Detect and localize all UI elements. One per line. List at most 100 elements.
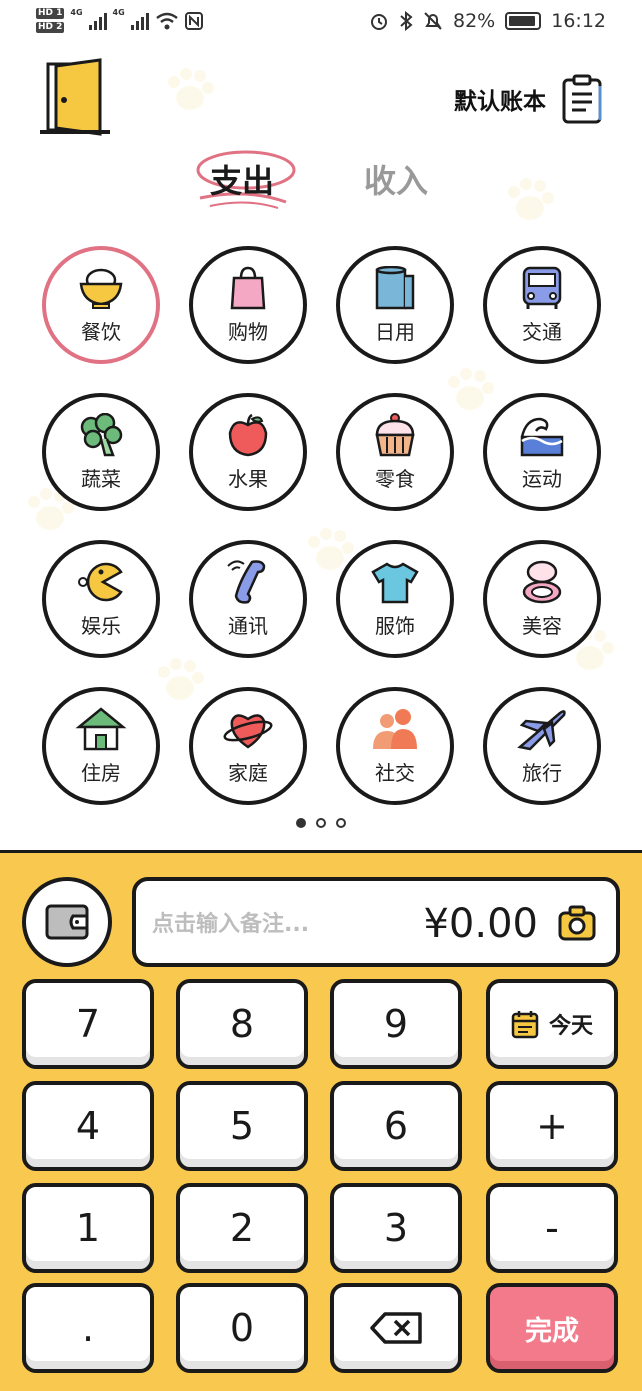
compact-mirror-icon bbox=[522, 560, 562, 603]
category-family[interactable]: 家庭 bbox=[189, 687, 307, 805]
category-clothing[interactable]: 服饰 bbox=[336, 540, 454, 658]
bus-icon bbox=[522, 266, 562, 309]
tshirt-icon bbox=[371, 562, 419, 603]
heart-planet-icon bbox=[223, 713, 273, 749]
pacman-icon bbox=[78, 562, 123, 601]
category-travel[interactable]: 旅行 bbox=[483, 687, 601, 805]
people-icon bbox=[373, 708, 417, 749]
paw-icon bbox=[448, 368, 494, 410]
airplane-icon bbox=[517, 709, 566, 750]
page-dot-1[interactable] bbox=[296, 818, 306, 828]
key-3[interactable]: 3 bbox=[330, 1183, 462, 1273]
category-label: 社交 bbox=[375, 760, 415, 785]
page-dot-2[interactable] bbox=[316, 818, 326, 828]
paw-icon bbox=[168, 68, 214, 110]
key-dot[interactable]: . bbox=[22, 1283, 154, 1373]
bluetooth-icon bbox=[400, 11, 413, 31]
backspace-button[interactable] bbox=[330, 1283, 462, 1373]
category-label: 零食 bbox=[375, 466, 415, 491]
signal1-icon bbox=[88, 12, 107, 30]
toilet-paper-icon bbox=[375, 265, 415, 309]
category-housing[interactable]: 住房 bbox=[42, 687, 160, 805]
alarm-icon bbox=[371, 14, 387, 30]
rice-bowl-icon bbox=[79, 268, 123, 309]
calendar-icon bbox=[511, 1011, 539, 1039]
key-1[interactable]: 1 bbox=[22, 1183, 154, 1273]
note-amount-box: ¥0.00 bbox=[132, 877, 620, 967]
category-transport[interactable]: 交通 bbox=[483, 246, 601, 364]
status-right: 82% 16:12 bbox=[369, 10, 606, 32]
key-8[interactable]: 8 bbox=[176, 979, 308, 1069]
key-9[interactable]: 9 bbox=[330, 979, 462, 1069]
key-6[interactable]: 6 bbox=[330, 1081, 462, 1171]
wifi-icon bbox=[155, 12, 178, 29]
house-icon bbox=[75, 706, 127, 750]
category-label: 水果 bbox=[228, 466, 268, 491]
key-0[interactable]: 0 bbox=[176, 1283, 308, 1373]
done-button[interactable]: 完成 bbox=[486, 1283, 618, 1373]
category-label: 餐饮 bbox=[81, 319, 121, 344]
category-label: 旅行 bbox=[522, 760, 562, 785]
nfc-icon bbox=[184, 11, 203, 30]
clock: 16:12 bbox=[551, 10, 606, 32]
category-label: 购物 bbox=[228, 319, 268, 344]
date-button-content: 今天 bbox=[511, 1008, 593, 1040]
category-social[interactable]: 社交 bbox=[336, 687, 454, 805]
category-label: 蔬菜 bbox=[81, 466, 121, 491]
account-button[interactable] bbox=[22, 877, 112, 967]
sim2-badge: HD 2 bbox=[36, 22, 65, 33]
key-minus[interactable]: - bbox=[486, 1183, 618, 1273]
category-fruit[interactable]: 水果 bbox=[189, 393, 307, 511]
sim-badges: HD 1 HD 2 bbox=[36, 8, 65, 33]
category-vegetables[interactable]: 蔬菜 bbox=[42, 393, 160, 511]
key-2[interactable]: 2 bbox=[176, 1183, 308, 1273]
date-button[interactable]: 今天 bbox=[486, 979, 618, 1069]
category-daily[interactable]: 日用 bbox=[336, 246, 454, 364]
ledger-selector[interactable]: 默认账本 bbox=[454, 74, 606, 124]
battery-percent: 82% bbox=[453, 10, 496, 32]
ledger-book-icon bbox=[562, 74, 602, 124]
broccoli-icon bbox=[80, 412, 123, 456]
tab-income[interactable]: 收入 bbox=[364, 156, 428, 202]
category-dining[interactable]: 餐饮 bbox=[42, 246, 160, 364]
key-4[interactable]: 4 bbox=[22, 1081, 154, 1171]
status-left: HD 1 HD 2 4G 4G bbox=[36, 8, 203, 33]
category-label: 服饰 bbox=[375, 613, 415, 638]
category-sports[interactable]: 运动 bbox=[483, 393, 601, 511]
sim1-badge: HD 1 bbox=[36, 8, 65, 19]
shopping-bag-icon bbox=[230, 266, 266, 309]
category-label: 娱乐 bbox=[81, 613, 121, 638]
battery-icon bbox=[505, 12, 542, 30]
key-plus[interactable]: + bbox=[486, 1081, 618, 1171]
category-label: 通讯 bbox=[228, 613, 268, 638]
page-dot-3[interactable] bbox=[336, 818, 346, 828]
key-7[interactable]: 7 bbox=[22, 979, 154, 1069]
camera-icon[interactable] bbox=[558, 905, 596, 941]
type-tabs: 支出 收入 bbox=[0, 150, 642, 226]
mute-bell-icon bbox=[424, 12, 442, 30]
wallet-icon bbox=[45, 904, 89, 940]
category-entertainment[interactable]: 娱乐 bbox=[42, 540, 160, 658]
amount-display: ¥0.00 bbox=[423, 901, 538, 947]
cupcake-icon bbox=[375, 412, 415, 456]
category-label: 交通 bbox=[522, 319, 562, 344]
category-shopping[interactable]: 购物 bbox=[189, 246, 307, 364]
phone-icon bbox=[227, 559, 266, 604]
signal2-icon bbox=[130, 12, 149, 30]
ledger-label: 默认账本 bbox=[454, 89, 546, 115]
category-beauty[interactable]: 美容 bbox=[483, 540, 601, 658]
key-5[interactable]: 5 bbox=[176, 1081, 308, 1171]
backspace-icon bbox=[370, 1312, 422, 1344]
paw-icon bbox=[158, 658, 204, 700]
apple-icon bbox=[228, 413, 268, 456]
date-label: 今天 bbox=[548, 1014, 593, 1039]
tab-expense[interactable]: 支出 bbox=[210, 156, 274, 202]
category-label: 美容 bbox=[522, 613, 562, 638]
category-communication[interactable]: 通讯 bbox=[189, 540, 307, 658]
category-label: 住房 bbox=[81, 760, 121, 785]
network2-label: 4G bbox=[112, 8, 125, 17]
exit-door-icon[interactable] bbox=[40, 58, 116, 138]
network1-label: 4G bbox=[70, 8, 83, 17]
category-snacks[interactable]: 零食 bbox=[336, 393, 454, 511]
note-input[interactable] bbox=[152, 907, 402, 941]
